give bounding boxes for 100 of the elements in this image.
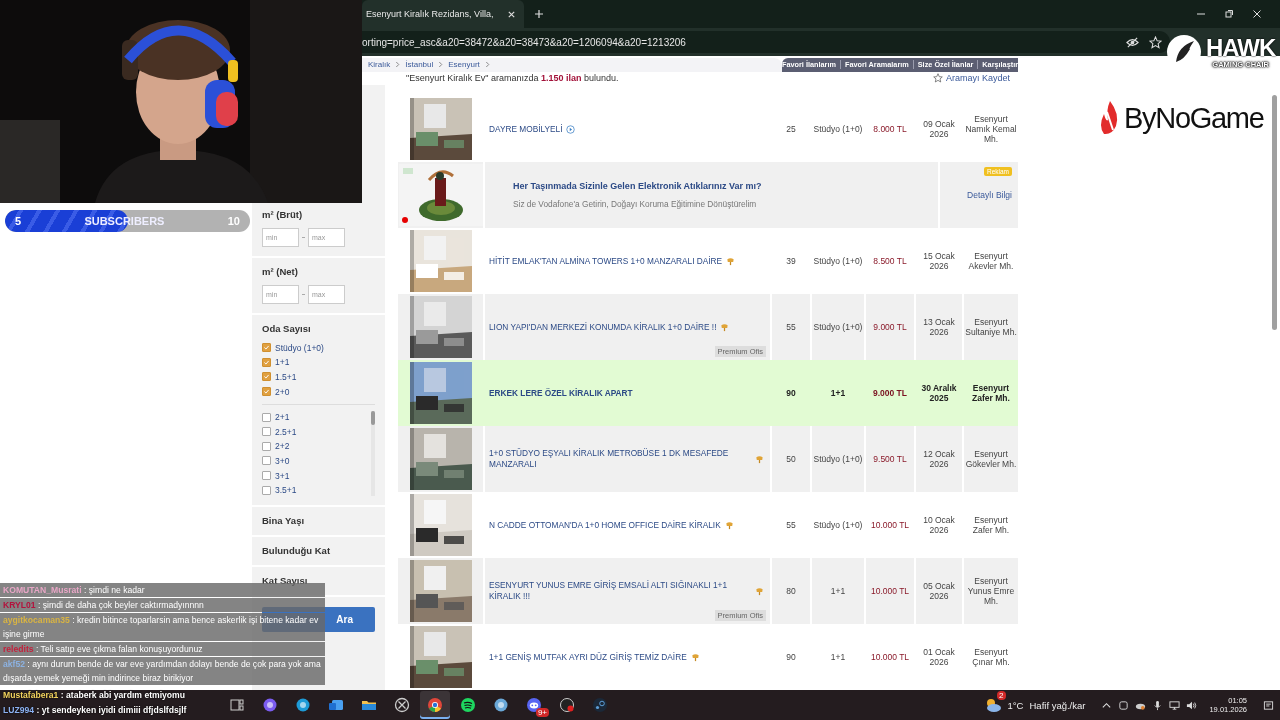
- listing-row[interactable]: 1+0 STÜDYO EŞYALI KİRALIK METROBÜSE 1 DK MESAFEDE MANZARALI 50 Stüdyo (1+0) 9.500 TL 12 Ocak 2026 Esenyurt Gökevler Mh.: [398, 426, 1018, 492]
- option-label[interactable]: 1+1: [275, 357, 290, 368]
- location-cell-text: Esenyurt Çınar Mh.: [971, 647, 1011, 667]
- listing-title[interactable]: HİTİT EMLAK'TAN ALMİNA TOWERS 1+0 MANZARALI DAİRE: [489, 255, 723, 267]
- checkbox[interactable]: [262, 343, 271, 353]
- sponsor-logo-text: HAWK: [1206, 35, 1276, 60]
- option-label[interactable]: 2+1: [275, 412, 290, 423]
- scrollbar-thumb[interactable]: [1272, 95, 1277, 330]
- network-icon[interactable]: [1169, 699, 1181, 711]
- listing-title[interactable]: ESENYURT YUNUS EMRE GİRİŞ EMSALİ ALTI SIĞINAKLI 1+1 KİRALIK !!!: [489, 580, 751, 602]
- filter-heading: Oda Sayısı: [262, 323, 312, 334]
- checkbox[interactable]: [262, 485, 271, 495]
- listing-title[interactable]: 1+1 GENİŞ MUTFAK AYRI DÜZ GİRİŞ TEMİZ DAİRE: [489, 651, 687, 663]
- price-cell: 9.000 TL: [873, 388, 907, 398]
- listing-row[interactable]: ERKEK LERE ÖZEL KİRALIK APART 90 1+1 9.000 TL 30 Aralık 2025 Esenyurt Zafer Mh.: [398, 360, 1018, 426]
- breadcrumb-link[interactable]: Esenyurt: [448, 60, 480, 70]
- checkbox[interactable]: [262, 372, 271, 382]
- checkbox[interactable]: [262, 456, 271, 466]
- pin-icon: [690, 652, 700, 662]
- star-icon[interactable]: [932, 72, 943, 83]
- music-icon: [460, 697, 476, 713]
- taskbar-button[interactable]: [420, 691, 450, 719]
- taskbar-button[interactable]: 9+: [519, 691, 549, 719]
- checkbox[interactable]: [262, 427, 271, 437]
- checkbox[interactable]: [262, 387, 271, 397]
- pin-icon: [720, 322, 730, 332]
- ad-text: Siz de Vodafone'a Getirin, Doğayı Koruma Eğitimine Dönüştürelim: [513, 199, 757, 209]
- subscriber-count: 5: [15, 215, 22, 227]
- speaker-icon[interactable]: [1186, 699, 1198, 711]
- table-cell: 90: [786, 388, 796, 398]
- chevron-icon: [484, 61, 490, 69]
- pin-icon: [724, 520, 734, 530]
- close-icon[interactable]: [507, 9, 517, 19]
- price-cell: 10.000 TL: [870, 586, 910, 596]
- price-cell: 10.000 TL: [870, 652, 910, 662]
- price-cell: 8.000 TL: [873, 124, 907, 134]
- option-label[interactable]: 2.5+1: [275, 426, 297, 437]
- date-cell-text: 10 Ocak 2026: [922, 515, 956, 535]
- details-link[interactable]: Detaylı Bilgi: [967, 190, 1012, 200]
- chevron-icon: [395, 61, 401, 69]
- restore-icon[interactable]: [1224, 9, 1234, 19]
- app-icon: [262, 697, 278, 713]
- filter-heading: m² (Brüt): [262, 209, 304, 220]
- address-bar[interactable]: orting=price_asc&a20=38472&a20=38473&a20=1206094&a20=1213206: [362, 31, 1170, 53]
- table-cell: Stüdyo (1+0): [813, 256, 863, 266]
- listing-title[interactable]: N CADDE OTTOMAN'DA 1+0 HOME OFFICE DAİRE KİRALIK: [489, 519, 721, 531]
- date-cell-text: 30 Aralık 2025: [920, 383, 958, 403]
- new-tab-icon[interactable]: [534, 9, 545, 19]
- chat-message: KOMUTAN_Musrati : şimdi ne kadar: [0, 583, 325, 597]
- save-search-link[interactable]: Aramayı Kaydet: [945, 72, 1010, 83]
- pin-icon: [755, 586, 764, 596]
- chevron-icon: [438, 61, 444, 69]
- weather-text[interactable]: Hafif yağ./kar: [1029, 699, 1086, 711]
- checkbox[interactable]: [262, 471, 271, 481]
- filter-heading[interactable]: Bina Yaşı: [262, 514, 375, 526]
- chat-message: reledits : Teli satıp eve çıkma falan konuşuyordunuz: [0, 642, 325, 656]
- table-cell: 1+1: [830, 586, 846, 596]
- table-cell: 55: [786, 520, 796, 530]
- listing-title[interactable]: LION YAPI'DAN MERKEZİ KONUMDA KİRALIK 1+0 DAİRE !!: [489, 321, 717, 333]
- option-label[interactable]: 3+0: [275, 455, 290, 466]
- notification-badge: 9+: [535, 708, 549, 717]
- location-cell: Esenyurt Sultaniye Mh.: [964, 317, 1018, 337]
- table-cell: Stüdyo (1+0): [813, 322, 863, 332]
- price-cell: 9.000 TL: [873, 322, 907, 332]
- table-cell: 90: [786, 652, 796, 662]
- app-icon: [493, 697, 509, 713]
- app-icon: [394, 697, 410, 713]
- option-label[interactable]: 3+1: [275, 470, 290, 481]
- listing-title[interactable]: 1+0 STÜDYO EŞYALI KİRALIK METROBÜSE 1 DK MESAFEDE MANZARALI: [489, 448, 751, 470]
- eye-slash-icon[interactable]: [1126, 35, 1139, 49]
- option-label[interactable]: 2+0: [275, 386, 290, 397]
- option-label[interactable]: 2+2: [275, 441, 290, 452]
- option-label[interactable]: 3.5+1: [275, 485, 297, 496]
- ad-title[interactable]: Her Taşınmada Sizinle Gelen Elektronik Atıklarınız Var mı?: [513, 181, 762, 191]
- location-cell: Esenyurt Gökevler Mh.: [964, 449, 1018, 469]
- listing-title[interactable]: ERKEK LERE ÖZEL KİRALIK APART: [489, 387, 633, 399]
- checkbox[interactable]: [262, 412, 271, 422]
- scrollbar-thumb[interactable]: [371, 411, 375, 426]
- filter-heading[interactable]: Bulunduğu Kat: [262, 544, 375, 556]
- location-cell: Esenyurt Namık Kemal Mh.: [964, 114, 1018, 144]
- listing-title[interactable]: DAYRE MOBİLYELİ: [489, 123, 563, 135]
- breadcrumb-link[interactable]: İstanbul: [405, 60, 434, 70]
- temperature-text[interactable]: 1°C: [1007, 699, 1024, 711]
- table-cell: 1+1: [830, 388, 846, 398]
- location-cell-text: Esenyurt Akevler Mh.: [967, 251, 1015, 271]
- notification-icon[interactable]: [1263, 699, 1274, 711]
- play-icon: [566, 124, 576, 134]
- option-label[interactable]: 1.5+1: [275, 372, 297, 382]
- table-cell: 80: [786, 586, 796, 596]
- goal-target: 10: [227, 215, 240, 227]
- browser-tab[interactable]: Esenyurt Kiralık Rezidans, Villa,: [362, 0, 525, 28]
- table-cell: 1+1: [830, 652, 846, 662]
- close-icon[interactable]: [1252, 9, 1262, 19]
- location-cell-text: Esenyurt Zafer Mh.: [971, 383, 1011, 403]
- option-label[interactable]: Stüdyo (1+0): [275, 342, 324, 353]
- breadcrumb-link[interactable]: Kiralık: [368, 60, 391, 70]
- checkbox[interactable]: [262, 357, 271, 367]
- checkbox[interactable]: [262, 441, 271, 451]
- chat-message: Mustafabera1 : ataberk abi yardım etmiyomu: [2, 689, 186, 702]
- tray-app-icon[interactable]: [1118, 699, 1130, 711]
